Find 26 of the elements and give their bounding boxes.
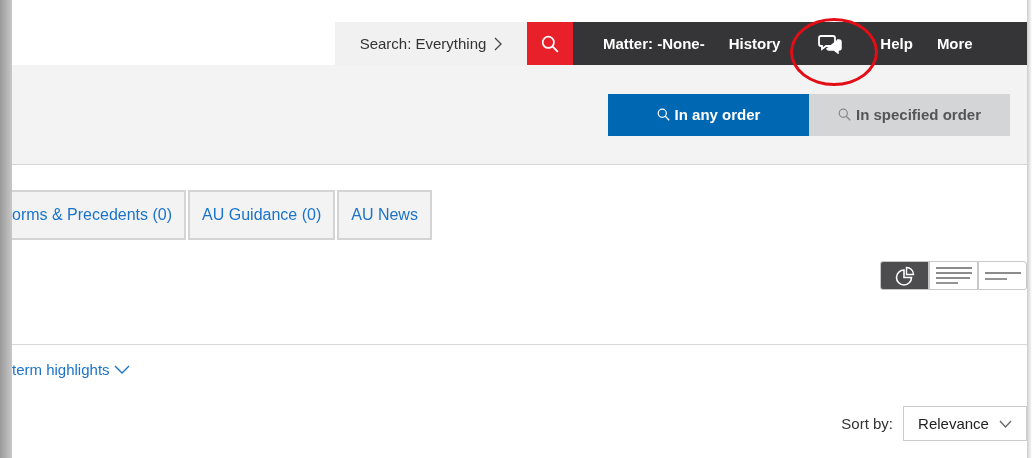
chevron-down-icon [998,419,1012,428]
sort-dropdown[interactable]: Relevance [903,406,1027,441]
order-toggle-button[interactable]: In specified order [809,93,1010,136]
content-tab[interactable]: AU News [337,190,432,240]
chevron-right-icon [494,36,503,51]
content-tab[interactable]: AU Guidance (0) [188,190,336,240]
short-lines-icon [984,271,1021,280]
search-icon [541,34,559,53]
search-button[interactable] [527,22,573,65]
nav-link[interactable]: History [716,35,793,52]
order-toggle-button[interactable]: In any order [608,93,809,136]
highlights-link[interactable]: term highlights [12,361,130,378]
sort-label: Sort by: [841,415,893,432]
nav-link[interactable]: Matter: -None- [591,35,717,52]
chat-bubbles-icon[interactable] [818,33,843,54]
search-icon [837,108,851,121]
nav-link[interactable]: More [924,35,985,52]
view-mode-button[interactable] [880,261,929,290]
search-scope-button[interactable]: Search: Everything [335,22,527,65]
pie-chart-icon [893,265,916,286]
chevron-down-icon [113,365,130,374]
content-tab[interactable]: orms & Precedents (0) [12,190,187,240]
nav-link[interactable]: Help [868,35,925,52]
search-field[interactable] [12,22,335,65]
search-icon [656,108,670,121]
lines-icon [935,267,972,284]
